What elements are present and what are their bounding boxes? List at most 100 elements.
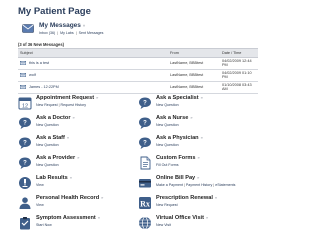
tile-title: Ask a Provider»	[36, 155, 79, 161]
virtual-office-visit-title[interactable]: Virtual Office Visit	[156, 215, 204, 221]
link-separator: |	[183, 183, 185, 187]
tile-title: Ask a Doctor»	[36, 115, 75, 121]
link-separator: |	[57, 31, 59, 35]
appointment-request-title[interactable]: Appointment Request	[36, 95, 94, 101]
tile-title: Ask a Nurse»	[156, 115, 193, 121]
tile-ask-physician[interactable]: ? Ask a Physician» New Question	[138, 134, 256, 154]
tile-title: Online Bill Pay»	[156, 175, 199, 181]
inbox-link[interactable]: Inbox (36)	[39, 31, 55, 35]
tile-links: New Question	[36, 123, 59, 127]
start-now-link[interactable]: Start Now	[36, 223, 52, 227]
svg-text:?: ?	[143, 121, 147, 127]
chevron-right-icon: »	[197, 175, 200, 180]
column-header-subject[interactable]: Subject	[20, 51, 33, 55]
chevron-right-icon: »	[72, 115, 75, 120]
personal-health-record-title[interactable]: Personal Health Record	[36, 195, 99, 201]
message-date: 04/02/2009 01:10 PM	[222, 71, 252, 80]
speech-bubble-icon: ?	[139, 137, 151, 149]
new-messages-count: (3 of 36 New Messages)	[18, 42, 64, 47]
view-link[interactable]: View	[36, 203, 44, 207]
tile-title: Virtual Office Visit»	[156, 215, 208, 221]
new-question-link[interactable]: New Question	[156, 123, 179, 127]
tile-symptom-assessment[interactable]: Symptom Assessment» Start Now	[18, 214, 136, 234]
svg-text:Rx: Rx	[140, 199, 150, 208]
ask-physician-title[interactable]: Ask a Physician	[156, 135, 199, 141]
tile-virtual-office-visit[interactable]: Virtual Office Visit» New Visit	[138, 214, 256, 234]
online-bill-pay-title[interactable]: Online Bill Pay	[156, 175, 195, 181]
tile-links: New Question	[156, 103, 179, 107]
view-link[interactable]: View	[36, 183, 44, 187]
tile-appointment-request[interactable]: 12 Appointment Request» New Request|Requ…	[18, 94, 136, 114]
microscope-icon	[19, 177, 31, 189]
chevron-right-icon: »	[101, 195, 104, 200]
tile-ask-nurse[interactable]: ? Ask a Nurse» New Question	[138, 114, 256, 134]
message-subject[interactable]: wolf	[29, 73, 36, 77]
tile-links: New Visit	[156, 223, 171, 227]
tile-links: New Question	[36, 143, 59, 147]
tile-ask-doctor[interactable]: ? Ask a Doctor» New Question	[18, 114, 136, 134]
tile-prescription-renewal[interactable]: Rx Prescription Renewal» New Request	[138, 194, 256, 214]
svg-text:?: ?	[23, 141, 27, 147]
table-row[interactable]: this is a test LastName, BBBtest 04/02/2…	[18, 58, 258, 70]
chevron-right-icon: »	[97, 215, 101, 220]
message-subject[interactable]: this is a test	[29, 61, 49, 65]
messages-links: Inbox (36) | My Labs | Sent Messages	[39, 31, 103, 35]
make-payment-link[interactable]: Make a Payment	[156, 183, 183, 187]
ask-nurse-title[interactable]: Ask a Nurse	[156, 115, 188, 121]
new-request-link[interactable]: New Request	[36, 103, 58, 107]
page-title: My Patient Page	[18, 6, 91, 17]
tile-links: Fill Out Forms	[156, 163, 179, 167]
custom-forms-title[interactable]: Custom Forms	[156, 155, 195, 161]
new-question-link[interactable]: New Question	[36, 163, 59, 167]
link-separator: |	[75, 31, 77, 35]
tile-links: Make a Payment|Payment History|eStatemen…	[156, 183, 235, 187]
message-subject[interactable]: James - 12:22PM	[29, 85, 59, 89]
tile-custom-forms[interactable]: Custom Forms» Fill Out Forms	[138, 154, 256, 174]
svg-text:?: ?	[23, 161, 27, 167]
new-question-link[interactable]: New Question	[36, 123, 59, 127]
chevron-right-icon: »	[69, 175, 72, 180]
symptom-assessment-title[interactable]: Symptom Assessment	[36, 215, 96, 221]
tile-title: Custom Forms»	[156, 155, 200, 161]
prescription-renewal-title[interactable]: Prescription Renewal	[156, 195, 213, 201]
tile-ask-specialist[interactable]: ? Ask a Specialist» New Question	[138, 94, 256, 114]
request-history-link[interactable]: Request History	[61, 103, 87, 107]
column-header-date[interactable]: Date / Time	[222, 51, 241, 55]
tile-links: New Question	[36, 163, 59, 167]
sent-messages-link[interactable]: Sent Messages	[79, 31, 104, 35]
my-messages-heading[interactable]: My Messages »	[39, 22, 85, 29]
tile-ask-staff[interactable]: ? Ask a Staff» New Question	[18, 134, 136, 154]
tile-online-bill-pay[interactable]: Online Bill Pay» Make a Payment|Payment …	[138, 174, 256, 194]
tile-title: Ask a Specialist»	[156, 95, 203, 101]
messages-table: Subject From Date / Time this is a test …	[18, 48, 258, 94]
new-question-link[interactable]: New Question	[156, 103, 179, 107]
ask-provider-title[interactable]: Ask a Provider	[36, 155, 75, 161]
table-row[interactable]: James - 12:22PM LastName, BBBtest 01/10/…	[18, 82, 258, 94]
envelope-icon	[20, 85, 26, 89]
new-request-link[interactable]: New Request	[156, 203, 178, 207]
lab-results-title[interactable]: Lab Results	[36, 175, 68, 181]
new-question-link[interactable]: New Question	[156, 143, 179, 147]
ask-specialist-title[interactable]: Ask a Specialist	[156, 95, 199, 101]
ask-doctor-title[interactable]: Ask a Doctor	[36, 115, 71, 121]
tile-ask-provider[interactable]: ? Ask a Provider» New Question	[18, 154, 136, 174]
chevron-right-icon: »	[96, 95, 99, 100]
link-separator: |	[58, 103, 60, 107]
messages-envelope-icon	[22, 24, 34, 33]
new-question-link[interactable]: New Question	[36, 143, 59, 147]
new-visit-link[interactable]: New Visit	[156, 223, 171, 227]
calendar-icon: 12	[18, 97, 32, 110]
estatements-link[interactable]: eStatements	[215, 183, 235, 187]
chevron-right-icon: »	[200, 135, 203, 140]
my-messages-label[interactable]: My Messages	[39, 22, 81, 29]
speech-bubble-icon: ?	[139, 97, 151, 109]
ask-staff-title[interactable]: Ask a Staff	[36, 135, 65, 141]
tile-lab-results[interactable]: Lab Results» View	[18, 174, 136, 194]
tile-personal-health-record[interactable]: Personal Health Record» View	[18, 194, 136, 214]
table-row[interactable]: wolf LastName, BBBtest 04/02/2009 01:10 …	[18, 70, 258, 82]
payment-history-link[interactable]: Payment History	[186, 183, 212, 187]
column-header-from[interactable]: From	[170, 51, 179, 55]
chevron-right-icon: »	[77, 155, 80, 160]
my-labs-link[interactable]: My Labs	[60, 31, 74, 35]
fill-out-forms-link[interactable]: Fill Out Forms	[156, 163, 179, 167]
